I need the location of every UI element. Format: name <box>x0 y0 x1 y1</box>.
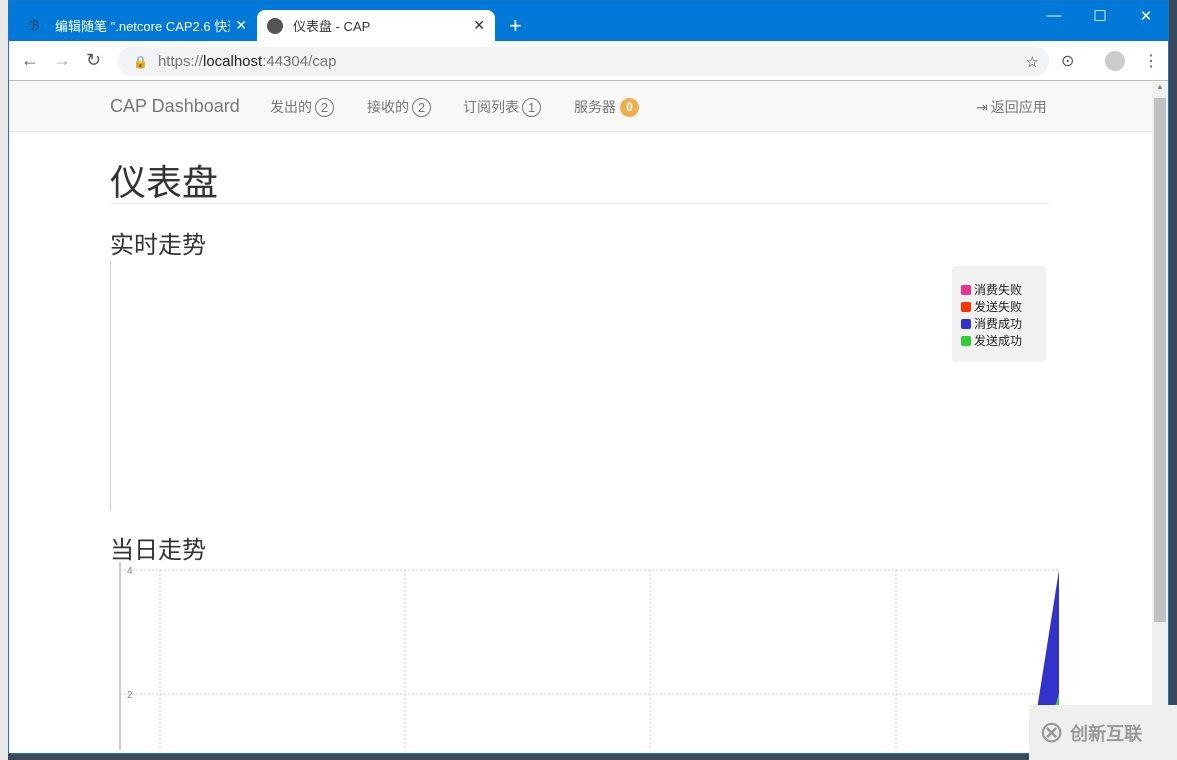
watermark: ⊗ 创新互联 <box>1029 705 1177 760</box>
close-tab-icon[interactable]: ✕ <box>235 17 247 34</box>
url-path: :44304/cap <box>262 53 337 70</box>
legend-label: 发送成功 <box>974 334 1023 348</box>
daily-chart: 24 <box>119 562 1059 750</box>
legend-swatch <box>961 335 971 346</box>
divider <box>110 203 1050 204</box>
close-tab-icon[interactable]: ✕ <box>473 17 485 34</box>
realtime-heading: 实时走势 <box>110 232 206 259</box>
new-tab-button[interactable]: + <box>509 13 522 39</box>
back-label: 返回应用 <box>990 99 1047 115</box>
nav-subscriptions[interactable]: 订阅列表 1 <box>463 97 541 117</box>
tab-dashboard[interactable]: 仪表盘 - CAP ✕ <box>257 10 495 41</box>
y-tick-label: 4 <box>127 566 133 577</box>
url-host: localhost <box>202 53 263 70</box>
desktop-background <box>0 0 8 760</box>
brand-link[interactable]: CAP Dashboard <box>110 96 240 117</box>
count-badge: 1 <box>522 97 541 117</box>
legend-swatch <box>961 318 971 329</box>
chart-legend: 消费失败发送失败消费成功发送成功 <box>952 266 1046 362</box>
realtime-chart <box>110 261 1050 511</box>
forward-icon[interactable]: → <box>53 50 71 71</box>
legend-label: 消费成功 <box>974 317 1023 331</box>
scrollbar[interactable]: ▲ <box>1152 82 1168 753</box>
count-badge: 2 <box>315 97 334 117</box>
back-to-app-link[interactable]: ⇥ 返回应用 <box>976 97 1047 117</box>
legend-item: 发送失败 <box>961 298 1046 315</box>
address-bar[interactable]: 🔒 https://localhost:44304/cap ☆ <box>117 47 1049 76</box>
extension-icon[interactable]: ⊙ <box>1061 51 1074 71</box>
maximize-button[interactable]: ☐ <box>1077 7 1123 25</box>
watermark-logo-icon: ⊗ <box>1039 716 1065 749</box>
nav-received[interactable]: 接收的 2 <box>367 97 431 117</box>
y-tick-label: 2 <box>127 690 133 701</box>
legend-swatch <box>961 284 971 295</box>
site-icon: ℬ <box>29 17 40 33</box>
legend-label: 发送失败 <box>974 300 1023 314</box>
count-badge: 2 <box>412 97 431 117</box>
nav-label: 发出的 <box>270 99 312 115</box>
profile-avatar[interactable] <box>1105 50 1125 71</box>
legend-swatch <box>961 301 971 312</box>
watermark-name: 创新互联 <box>1070 723 1143 744</box>
tab-title: 编辑随笔 ".netcore CAP2.6 快速 <box>55 19 230 34</box>
reload-icon[interactable]: ↻ <box>86 50 101 71</box>
tab-title: 仪表盘 - CAP <box>293 19 371 34</box>
browser-toolbar: ← → ↻ 🔒 https://localhost:44304/cap ☆ ⊙ ⋮ <box>9 41 1168 81</box>
star-icon[interactable]: ☆ <box>1026 53 1039 71</box>
legend-item: 消费成功 <box>961 315 1046 332</box>
daily-heading: 当日走势 <box>110 537 206 564</box>
browser-window: ℬ 编辑随笔 ".netcore CAP2.6 快速 ✕ 仪表盘 - CAP ✕ + … <box>8 0 1169 754</box>
scrollbar-thumb[interactable] <box>1154 98 1166 622</box>
page-title: 仪表盘 <box>110 162 219 203</box>
sign-out-icon: ⇥ <box>976 98 988 115</box>
legend-label: 消费失败 <box>974 283 1023 297</box>
globe-icon <box>267 17 283 34</box>
back-icon[interactable]: ← <box>21 50 39 71</box>
title-bar: ℬ 编辑随笔 ".netcore CAP2.6 快速 ✕ 仪表盘 - CAP ✕ + … <box>9 1 1168 41</box>
page-content: CAP Dashboard 发出的 2 接收的 2 订阅列表 1 服务器 0 ⇥ 返回应用… <box>9 82 1154 753</box>
navbar: CAP Dashboard 发出的 2 接收的 2 订阅列表 1 服务器 0 ⇥ 返回应用 <box>9 82 1154 132</box>
menu-icon[interactable]: ⋮ <box>1143 51 1159 71</box>
legend-item: 消费失败 <box>961 281 1046 298</box>
close-window-button[interactable]: ✕ <box>1123 7 1168 25</box>
nav-published[interactable]: 发出的 2 <box>270 97 334 117</box>
nav-label: 订阅列表 <box>463 99 519 115</box>
count-badge: 0 <box>620 97 639 117</box>
nav-label: 接收的 <box>367 99 409 115</box>
minimize-button[interactable]: — <box>1031 7 1077 24</box>
nav-servers[interactable]: 服务器 0 <box>574 97 639 117</box>
lock-icon: 🔒 <box>133 54 148 69</box>
nav-label: 服务器 <box>574 99 616 115</box>
tab-blog-editor[interactable]: ℬ 编辑随笔 ".netcore CAP2.6 快速 ✕ <box>19 10 257 41</box>
url-scheme: https:// <box>157 53 203 70</box>
legend-item: 发送成功 <box>961 332 1046 349</box>
